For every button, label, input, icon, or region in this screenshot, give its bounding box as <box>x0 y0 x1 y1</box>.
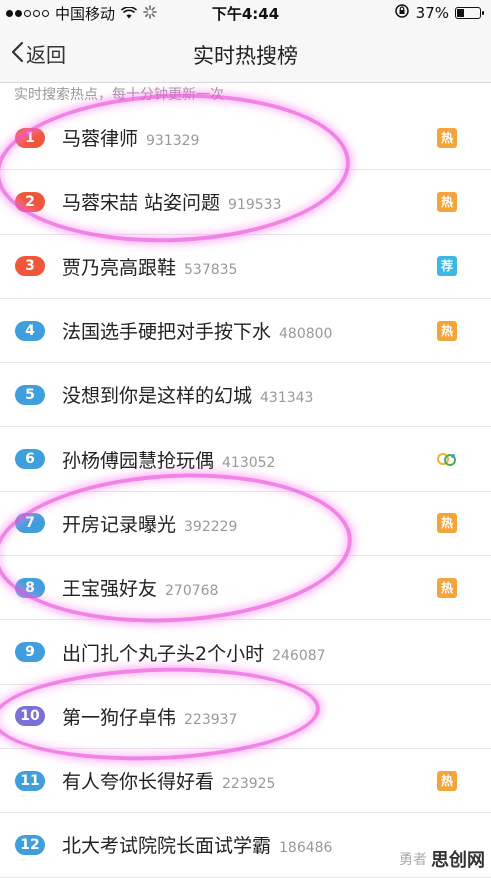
rank-badge: 8 <box>15 577 45 598</box>
item-title-text: 孙杨傅园慧抢玩偶 <box>62 449 215 472</box>
navigation-bar: 返回 实时热搜榜 <box>0 26 491 83</box>
watermark-big: 思创网 <box>431 850 485 871</box>
item-title: 没想到你是这样的幻城 431343 <box>62 381 313 408</box>
search-count: 246087 <box>272 647 326 664</box>
item-title: 马蓉宋喆 站姿问题 919533 <box>62 188 282 215</box>
item-title: 有人夸你长得好看 223925 <box>62 767 275 794</box>
item-title-text: 王宝强好友 <box>62 578 158 601</box>
search-count: 537835 <box>184 261 238 278</box>
list-item[interactable]: 4 法国选手硬把对手按下水 480800 热 <box>0 298 491 364</box>
search-count: 223925 <box>222 776 276 793</box>
list-item[interactable]: 8 王宝强好友 270768 热 <box>0 556 491 621</box>
item-title-text: 马蓉律师 <box>62 128 139 151</box>
battery-icon <box>455 7 484 19</box>
rank-badge: 11 <box>15 770 45 791</box>
item-title-text: 贾乃亮高跟鞋 <box>62 256 177 279</box>
search-count: 186486 <box>279 840 333 857</box>
search-count: 413052 <box>222 454 276 471</box>
rank-badge: 2 <box>15 191 45 212</box>
item-title: 孙杨傅园慧抢玩偶 413052 <box>62 446 275 473</box>
item-title: 开房记录曝光 392229 <box>62 510 237 537</box>
rank-badge: 10 <box>15 706 45 727</box>
item-title: 王宝强好友 270768 <box>62 574 218 601</box>
rank-badge: 3 <box>15 256 45 277</box>
list-item[interactable]: 6 孙杨傅园慧抢玩偶 413052 <box>0 427 491 492</box>
item-title-text: 开房记录曝光 <box>62 513 177 536</box>
item-title-text: 北大考试院院长面试学霸 <box>62 835 272 858</box>
list-item[interactable]: 5 没想到你是这样的幻城 431343 <box>0 363 491 428</box>
page-title: 实时热搜榜 <box>193 44 298 68</box>
hot-badge: 热 <box>437 127 457 148</box>
item-title-text: 法国选手硬把对手按下水 <box>62 321 272 344</box>
rank-badge: 1 <box>15 127 45 148</box>
item-title-text: 没想到你是这样的幻城 <box>62 385 253 408</box>
item-title: 法国选手硬把对手按下水 480800 <box>62 317 332 344</box>
list-item[interactable]: 7 开房记录曝光 392229 热 <box>0 491 491 557</box>
watermark-small: 勇者 <box>399 852 427 868</box>
item-title-text: 有人夸你长得好看 <box>62 771 215 794</box>
update-hint: 实时搜索热点，每十分钟更新一次 <box>14 87 224 103</box>
rank-badge: 6 <box>15 449 45 470</box>
status-bar: 中国移动 下午4:44 37% <box>0 0 491 26</box>
search-count: 392229 <box>184 518 238 535</box>
hot-badge: 热 <box>437 577 457 598</box>
rank-badge: 9 <box>15 642 45 663</box>
item-title: 马蓉律师 931329 <box>62 124 199 151</box>
item-title: 北大考试院院长面试学霸 186486 <box>62 831 332 858</box>
hot-badge: 热 <box>437 770 457 791</box>
list-item[interactable]: 2 马蓉宋喆 站姿问题 919533 热 <box>0 170 491 235</box>
hot-badge: 热 <box>437 320 457 341</box>
search-count: 223937 <box>184 711 238 728</box>
recommend-badge: 荐 <box>437 256 457 277</box>
item-title-text: 出门扎个丸子头2个小时 <box>62 642 265 665</box>
hot-badge: 热 <box>437 191 457 212</box>
item-title: 贾乃亮高跟鞋 537835 <box>62 253 237 280</box>
list-item[interactable]: 10 第一狗仔卓伟 223937 <box>0 684 491 749</box>
rank-badge: 5 <box>15 384 45 405</box>
orientation-lock-icon <box>394 3 410 23</box>
list-item[interactable]: 3 贾乃亮高跟鞋 537835 荐 <box>0 234 491 299</box>
battery-group: 37% <box>394 3 484 23</box>
watermark: 勇者 思创网 <box>399 846 485 872</box>
item-title-text: 第一狗仔卓伟 <box>62 706 177 729</box>
search-count: 480800 <box>279 326 333 343</box>
battery-percent: 37% <box>415 4 449 22</box>
item-title: 出门扎个丸子头2个小时 246087 <box>62 639 326 666</box>
rank-badge: 7 <box>15 513 45 534</box>
item-title: 第一狗仔卓伟 223937 <box>62 703 237 730</box>
rank-badge: 4 <box>15 320 45 341</box>
item-title-text: 马蓉宋喆 站姿问题 <box>62 192 221 215</box>
hot-badge: 热 <box>437 513 457 534</box>
search-count: 270768 <box>165 583 219 600</box>
olympic-mascot-icon <box>435 451 459 467</box>
search-count: 431343 <box>260 390 314 407</box>
search-count: 931329 <box>146 133 200 150</box>
list-item[interactable]: 11 有人夸你长得好看 223925 热 <box>0 748 491 814</box>
hot-search-list: 1 马蓉律师 931329 热 2 马蓉宋喆 站姿问题 919533 热 3 贾乃亮高跟鞋 5378… <box>0 106 491 878</box>
search-count: 919533 <box>228 197 282 214</box>
list-item[interactable]: 1 马蓉律师 931329 热 <box>0 106 491 171</box>
rank-badge: 12 <box>15 834 45 855</box>
list-item[interactable]: 9 出门扎个丸子头2个小时 246087 <box>0 620 491 685</box>
